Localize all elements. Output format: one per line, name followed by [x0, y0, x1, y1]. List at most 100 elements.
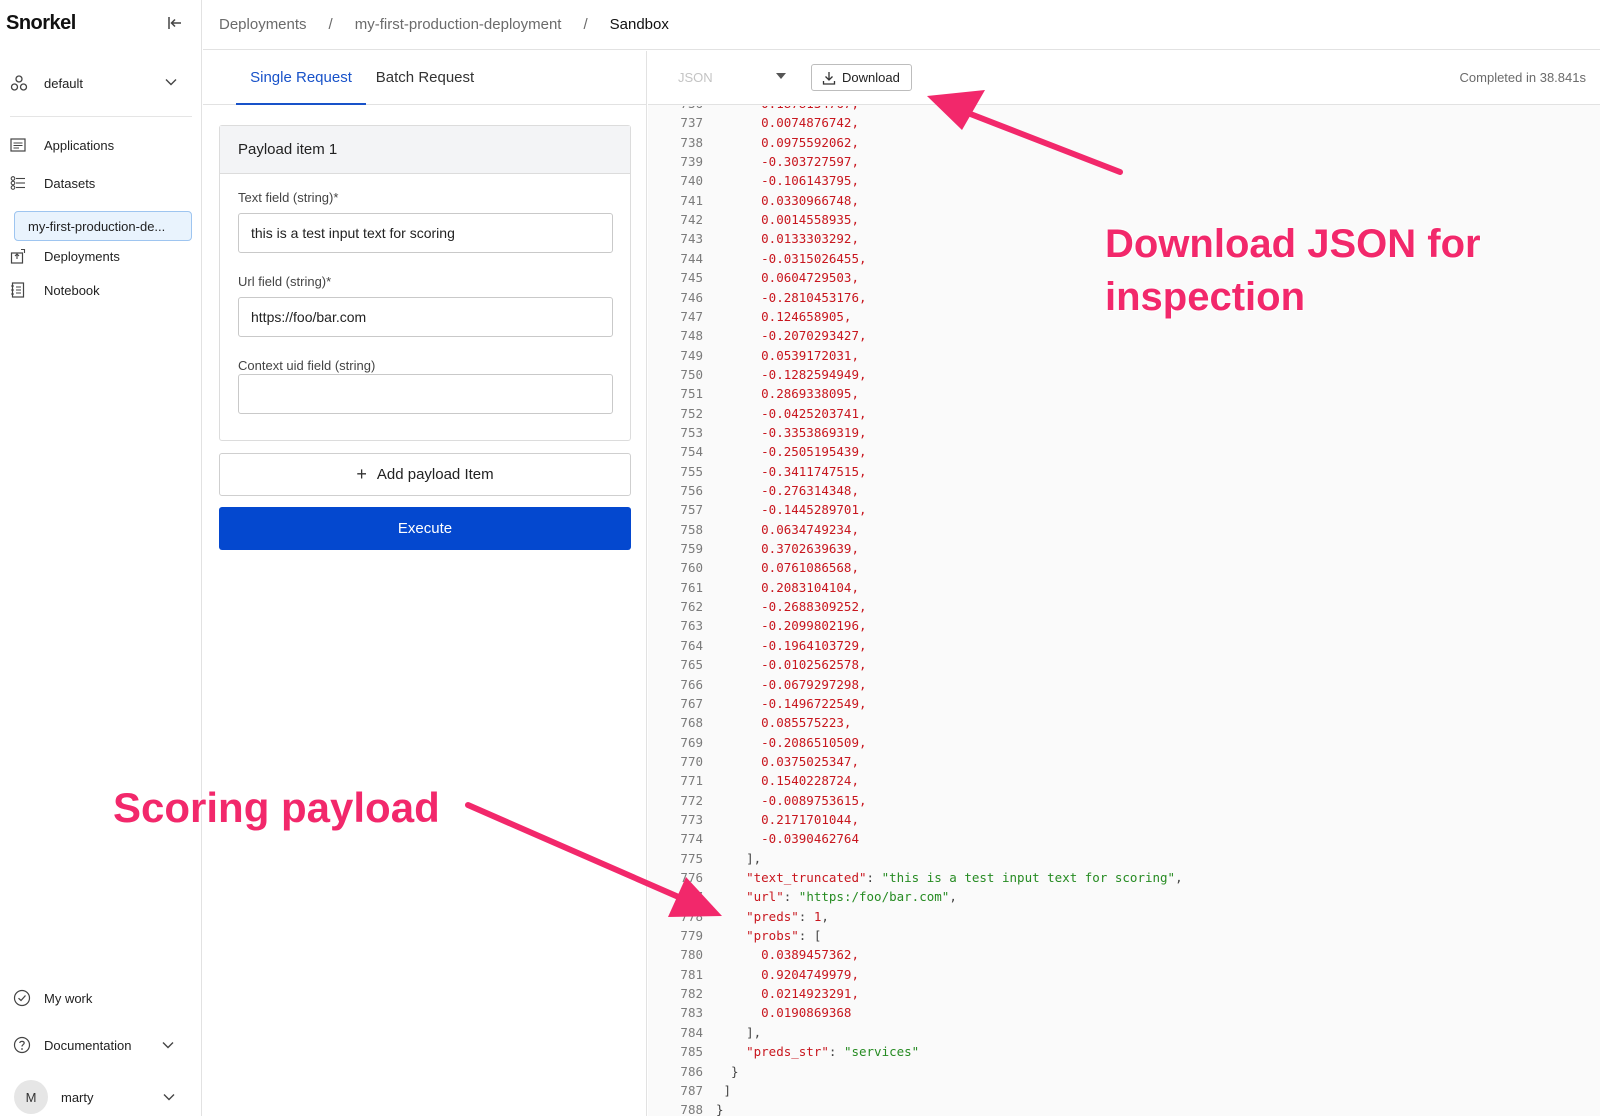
code-text: 0.0634749234, — [716, 522, 859, 537]
breadcrumb: Deployments / my-first-production-deploy… — [203, 0, 1600, 50]
json-token: 0.0133303292, — [716, 231, 859, 247]
chevron-down-icon — [164, 75, 178, 89]
json-token: -0.2099802196, — [716, 618, 867, 634]
code-text: -0.2505195439, — [716, 444, 866, 459]
code-line: 738 0.0975592062, — [648, 135, 1600, 154]
json-token: 0.2083104104, — [716, 579, 859, 595]
sidebar-item-my-work[interactable]: My work — [13, 987, 183, 1009]
code-text: -0.2070293427, — [716, 328, 866, 343]
tab-single-request[interactable]: Single Request — [236, 51, 366, 105]
code-line: 788} — [648, 1102, 1600, 1116]
json-token: 0.0190869368 — [716, 1005, 852, 1021]
code-text: -0.3411747515, — [716, 464, 866, 479]
line-number: 774 — [680, 831, 703, 847]
line-number: 745 — [680, 270, 703, 286]
json-token: -0.3353869319, — [716, 424, 867, 440]
json-token: -0.1496722549, — [716, 695, 867, 711]
line-number: 750 — [680, 366, 703, 382]
code-line: 767 -0.1496722549, — [648, 696, 1600, 715]
breadcrumb-deployment[interactable]: my-first-production-deployment — [355, 16, 562, 33]
json-token: } — [716, 1063, 739, 1079]
json-token: -0.0679297298, — [716, 676, 867, 692]
download-annotation: Download JSON for inspection — [1105, 222, 1481, 319]
collapse-sidebar-icon[interactable] — [166, 14, 186, 34]
json-key: "preds_str" — [716, 1044, 829, 1060]
json-token: -0.0102562578, — [716, 657, 867, 673]
sidebar-item-applications[interactable]: Applications — [10, 134, 192, 156]
code-text: 0.0014558935, — [716, 212, 859, 227]
text-field-input[interactable]: this is a test input text for scoring — [238, 213, 613, 253]
code-line: 761 0.2083104104, — [648, 580, 1600, 599]
code-text: 0.1540228724, — [716, 773, 859, 788]
code-text: -0.0102562578, — [716, 657, 867, 673]
code-line: 758 0.0634749234, — [648, 522, 1600, 541]
json-key: "probs" — [716, 928, 799, 944]
code-text: 0.2083104104, — [716, 580, 859, 595]
context-uid-field-input[interactable] — [238, 374, 613, 414]
code-line: 783 0.0190869368 — [648, 1005, 1600, 1024]
execute-button[interactable]: Execute — [219, 507, 631, 550]
code-line: 786 } — [648, 1064, 1600, 1083]
code-text: 0.0190869368 — [716, 1005, 851, 1020]
line-number: 765 — [680, 657, 703, 673]
code-text: 0.0133303292, — [716, 231, 859, 246]
code-text: -0.0089753615, — [716, 792, 867, 808]
line-number: 777 — [680, 889, 703, 905]
code-text: 0.0330966748, — [716, 193, 859, 208]
code-text: 0.2869338095, — [716, 386, 859, 401]
code-line: 739 -0.303727597, — [648, 154, 1600, 173]
caret-down-icon[interactable] — [776, 73, 786, 79]
json-token: -0.106143795, — [716, 173, 859, 189]
json-value: "services" — [843, 1044, 920, 1060]
applications-icon — [10, 137, 26, 153]
breadcrumb-deployments[interactable]: Deployments — [219, 16, 307, 33]
code-line: 749 0.0539172031, — [648, 348, 1600, 367]
code-line: 780 0.0389457362, — [648, 947, 1600, 966]
line-number: 783 — [680, 1005, 703, 1021]
line-number: 738 — [680, 134, 703, 150]
code-line: 760 0.0761086568, — [648, 560, 1600, 579]
sidebar-item-deployments[interactable]: Deployments — [10, 245, 192, 267]
code-text: ], — [716, 851, 761, 866]
code-line: 774 -0.0390462764 — [648, 831, 1600, 850]
code-text: -0.1282594949, — [716, 367, 866, 382]
json-token: -0.276314348, — [716, 483, 859, 498]
sidebar-item-label: My work — [44, 990, 93, 1006]
json-colon: : — [828, 1044, 844, 1060]
workspace-icon — [10, 74, 28, 92]
sidebar-item-notebook[interactable]: Notebook — [10, 279, 192, 301]
datasets-icon — [10, 175, 26, 191]
json-token: 0.2869338095, — [716, 386, 859, 402]
line-number: 754 — [680, 444, 703, 460]
sidebar-item-selected-dataset[interactable]: my-first-production-de... — [14, 211, 192, 241]
code-text: "url": "https:/foo/bar.com", — [716, 889, 957, 904]
sidebar-item-datasets[interactable]: Datasets — [10, 172, 192, 194]
download-button[interactable]: Download — [811, 64, 912, 91]
code-line: 753 -0.3353869319, — [648, 425, 1600, 444]
json-token: 0.0389457362, — [716, 947, 859, 963]
line-number: 766 — [680, 676, 703, 692]
workspace-selector[interactable]: default — [10, 70, 186, 96]
add-payload-item-label: Add payload Item — [376, 466, 494, 483]
code-line: 775 ], — [648, 851, 1600, 870]
line-number: 758 — [680, 521, 703, 537]
line-number: 764 — [680, 637, 703, 653]
json-punctuation: , — [949, 889, 957, 905]
user-menu[interactable]: M marty — [14, 1080, 186, 1114]
code-text: -0.1445289701, — [716, 502, 866, 517]
json-token: -0.0089753615, — [716, 792, 867, 808]
workspace-label: default — [44, 75, 84, 91]
code-text: -0.2688309252, — [716, 599, 866, 614]
code-text: 0.3702639639, — [716, 541, 859, 556]
format-select[interactable]: JSON — [678, 70, 713, 85]
code-text: -0.276314348, — [716, 483, 859, 498]
json-token: 0.2171701044, — [716, 811, 859, 827]
add-payload-item-button[interactable]: + Add payload Item — [219, 453, 631, 496]
tab-batch-request[interactable]: Batch Request — [373, 51, 477, 105]
code-line: 784 ], — [648, 1025, 1600, 1044]
code-text: } — [716, 1102, 724, 1116]
url-field-input[interactable]: https://foo/bar.com — [238, 297, 613, 337]
code-text: 0.0375025347, — [716, 754, 859, 769]
sidebar-item-documentation[interactable]: Documentation — [13, 1034, 183, 1056]
json-colon: : — [798, 908, 814, 924]
